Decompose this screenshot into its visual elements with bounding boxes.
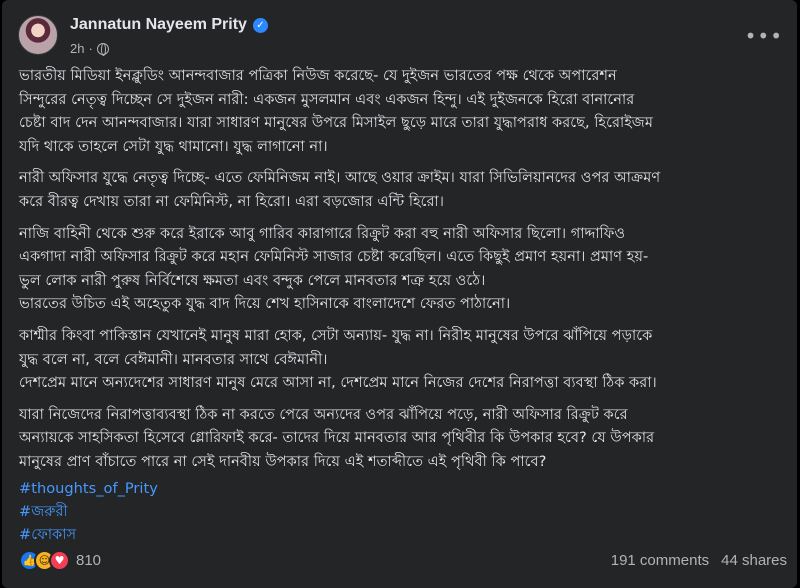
- post-text-line: অন্যায়কে সাহসিকতা হিসেবে গ্লোরিফাই করে-…: [19, 429, 655, 447]
- post-paragraph: যারা নিজেদের নিরাপত্তাব্যবস্থা ঠিক না কর…: [19, 403, 789, 474]
- post-text-line: করে বীরত্ব দেখায় তারা না ফেমিনিস্ট, না …: [19, 192, 445, 210]
- comments-count[interactable]: 191 comments: [611, 552, 709, 569]
- hashtag-link[interactable]: #জরুরী: [19, 500, 158, 523]
- author-name[interactable]: Jannatun Nayeem Prity: [70, 16, 247, 34]
- post-text-line: নাজি বাহিনী থেকে শুরু করে ইরাকে আবু গারি…: [19, 224, 626, 242]
- post-meta: 2h ·: [70, 41, 109, 56]
- verified-badge-icon: ✓: [252, 17, 268, 33]
- author-avatar[interactable]: [18, 15, 58, 55]
- post-text-line: ভুল লোক নারী পুরুষ নির্বিশেষে ক্ষমতা এবং…: [19, 271, 486, 289]
- post-text-line: মানুষের প্রাণ বাঁচাতে পারে না সেই দানবীয…: [19, 452, 547, 470]
- author-row: Jannatun Nayeem Prity ✓: [70, 16, 268, 34]
- post-paragraph: কাশ্মীর কিংবা পাকিস্তান যেখানেই মানুষ মা…: [19, 324, 789, 395]
- more-options-icon[interactable]: •••: [745, 24, 783, 48]
- post-text-line: যারা নিজেদের নিরাপত্তাব্যবস্থা ঠিক না কর…: [19, 405, 628, 423]
- post-header: Jannatun Nayeem Prity ✓ 2h · •••: [18, 10, 783, 58]
- post-text-line: যদি থাকে তাহলে সেটা যুদ্ধ থামানো। যুদ্ধ …: [19, 137, 328, 155]
- reaction-count[interactable]: 810: [76, 552, 101, 569]
- post-time[interactable]: 2h: [70, 41, 84, 56]
- post-paragraph: ভারতীয় মিডিয়া ইনক্লুডিং আনন্দবাজার পত্…: [19, 64, 789, 158]
- post-text-line: একগাদা নারী অফিসার রিক্রুট করে মহান ফেমি…: [19, 248, 649, 266]
- post-footer: 👍 ☺ ♥ 810 191 comments 44 shares: [19, 548, 787, 576]
- public-globe-icon[interactable]: [96, 42, 109, 56]
- post-text-line: ভারতীয় মিডিয়া ইনক্লুডিং আনন্দবাজার পত্…: [19, 67, 617, 84]
- post-paragraph: নারী অফিসার যুদ্ধে নেতৃত্ব দিচ্ছে- এতে ফ…: [19, 166, 789, 213]
- post-text-line: সিন্দুরের নেতৃত্ব দিচ্ছেন সে দুইজন নারী:…: [19, 90, 635, 108]
- post-text-line: দেশপ্রেম মানে অন্যদেশের সাধারণ মানুষ মের…: [19, 374, 657, 392]
- post-body: ভারতীয় মিডিয়া ইনক্লুডিং আনন্দবাজার পত্…: [19, 64, 789, 482]
- shares-count[interactable]: 44 shares: [721, 552, 787, 569]
- meta-separator: ·: [88, 41, 93, 56]
- hashtag-link[interactable]: #ফোকাস: [19, 523, 158, 546]
- post-text-line: যুদ্ধ বলে না, বলে বেঈমানী। মানবতার সাথে …: [19, 350, 328, 368]
- love-reaction-icon: ♥: [49, 550, 70, 571]
- hashtag-link[interactable]: #thoughts_of_Prity: [19, 477, 158, 500]
- facebook-post: Jannatun Nayeem Prity ✓ 2h · ••• ভারতীয়…: [2, 0, 797, 588]
- post-paragraph: নাজি বাহিনী থেকে শুরু করে ইরাকে আবু গারি…: [19, 222, 789, 316]
- post-text-line: চেষ্টা বাদ দেন আনন্দবাজার। যারা সাধারণ ম…: [19, 114, 653, 132]
- post-text-line: কাশ্মীর কিংবা পাকিস্তান যেখানেই মানুষ মা…: [19, 326, 653, 344]
- reaction-summary[interactable]: 👍 ☺ ♥ 810: [19, 550, 101, 571]
- post-text-line: নারী অফিসার যুদ্ধে নেতৃত্ব দিচ্ছে- এতে ফ…: [19, 169, 661, 187]
- post-text-line: ভারতের উচিত এই অহেতুক যুদ্ধ বাদ দিয়ে শে…: [19, 295, 511, 313]
- hashtag-list: #thoughts_of_Prity #জরুরী #ফোকাস: [19, 477, 158, 546]
- engagement-stats: 191 comments 44 shares: [611, 552, 787, 569]
